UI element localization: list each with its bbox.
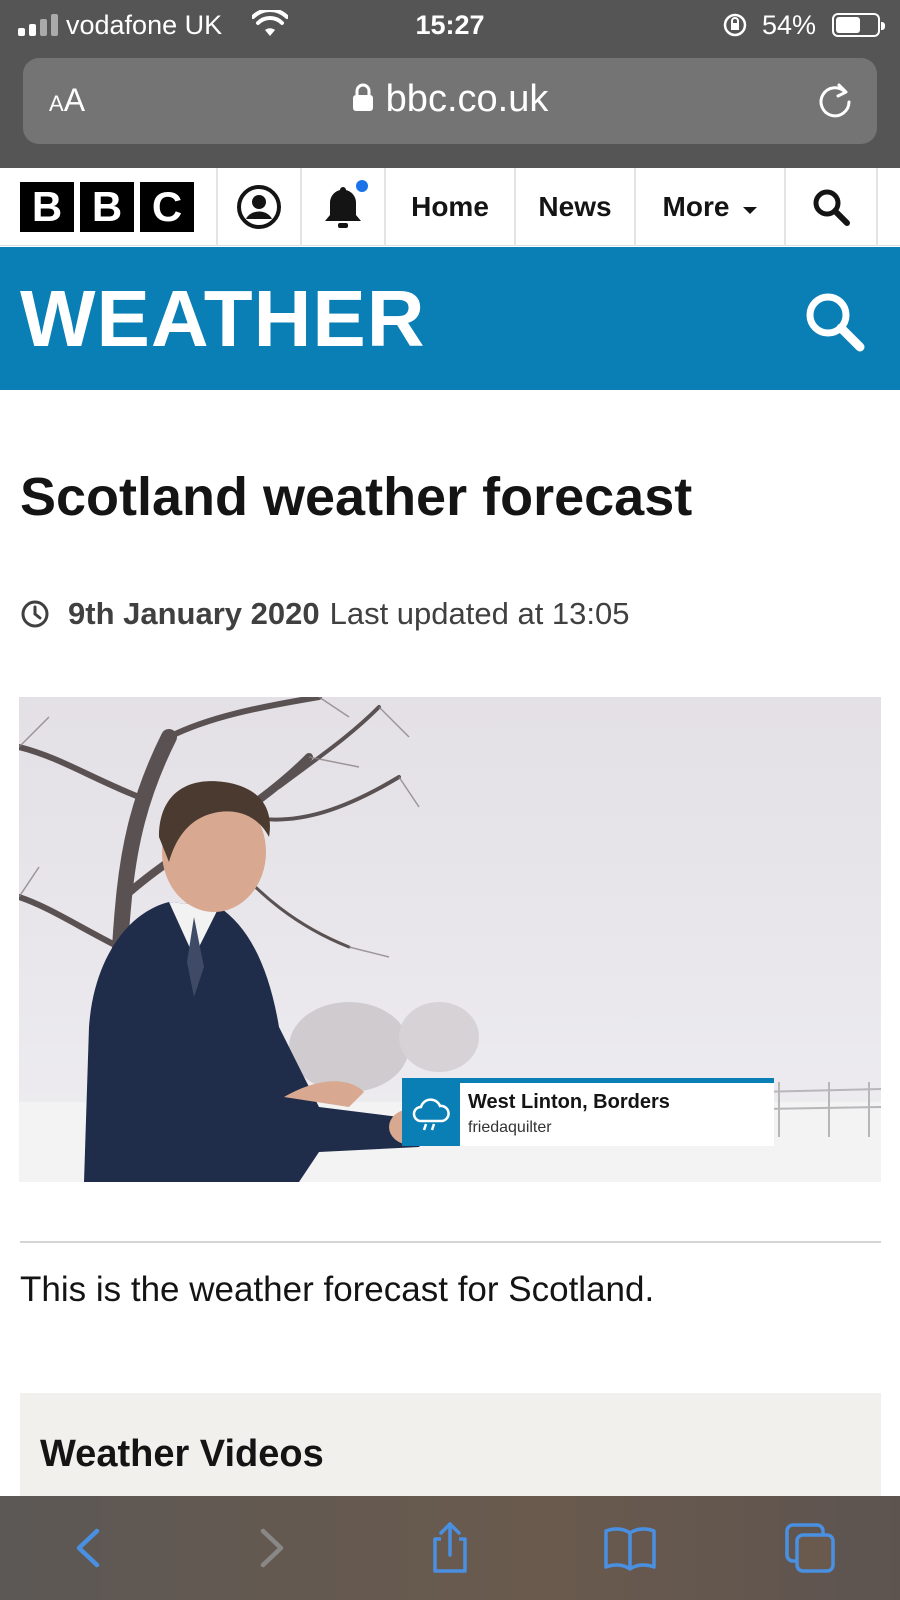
weather-videos-heading: Weather Videos [40, 1433, 324, 1475]
url-text: bbc.co.uk [385, 78, 549, 120]
rotation-lock-icon [723, 13, 747, 37]
bookmarks-icon [604, 1527, 656, 1571]
article-meta: 9th January 2020 Last updated at 13:05 [20, 596, 630, 632]
forward-icon [260, 1528, 284, 1568]
battery-percentage: 54% [762, 10, 817, 40]
browser-chrome: vodafone UK 15:27 54% AA bbc.co.uk [0, 0, 900, 168]
bbc-navigation-bar: B B C Home News More [0, 168, 900, 246]
clock-icon [21, 600, 49, 628]
search-icon[interactable] [802, 289, 866, 353]
back-icon [76, 1528, 100, 1568]
notifications-button[interactable] [302, 168, 386, 246]
nav-home-link[interactable]: Home [386, 168, 516, 246]
weather-cloud-icon [402, 1083, 460, 1146]
bbc-logo-letter: B [80, 182, 134, 232]
tabs-icon [785, 1523, 835, 1573]
forward-button[interactable] [180, 1496, 360, 1600]
account-button[interactable] [218, 168, 302, 246]
safari-toolbar [0, 1496, 900, 1600]
weather-section-title[interactable]: WEATHER [20, 273, 425, 365]
caption-location: West Linton, Borders [468, 1091, 670, 1113]
status-bar: vodafone UK 15:27 54% [0, 0, 900, 52]
nav-more-menu[interactable]: More [636, 168, 786, 246]
share-icon [433, 1522, 467, 1573]
search-icon [813, 189, 850, 226]
nav-more-label: More [662, 191, 730, 222]
divider [20, 1241, 881, 1243]
account-icon [237, 185, 281, 229]
chevron-down-icon [743, 206, 758, 214]
article-summary: This is the weather forecast for Scotlan… [20, 1270, 655, 1309]
bbc-logo[interactable]: B B C [0, 168, 218, 246]
nav-news-link[interactable]: News [516, 168, 636, 246]
caption-username: friedaquilter [468, 1119, 552, 1136]
page-title: Scotland weather forecast [20, 467, 693, 527]
bbc-logo-letter: B [20, 182, 74, 232]
lock-icon [352, 83, 373, 111]
bbc-logo-letter: C [140, 182, 194, 232]
share-button[interactable] [360, 1496, 540, 1600]
last-updated: Last updated at 13:05 [329, 596, 630, 631]
url-display[interactable]: bbc.co.uk [23, 78, 877, 121]
forecast-video-player[interactable]: West Linton, Borders friedaquilter [19, 697, 881, 1182]
tabs-button[interactable] [720, 1496, 900, 1600]
notification-dot [356, 180, 368, 192]
photo-caption: West Linton, Borders friedaquilter [402, 1078, 774, 1146]
back-button[interactable] [0, 1496, 180, 1600]
battery-icon [832, 13, 885, 37]
nav-search-button[interactable] [786, 168, 878, 246]
bookmarks-button[interactable] [540, 1496, 720, 1600]
reload-icon[interactable] [815, 80, 855, 120]
weather-banner: WEATHER [0, 247, 900, 390]
article-date: 9th January 2020 [68, 596, 320, 631]
address-bar[interactable]: AA bbc.co.uk [23, 58, 877, 144]
